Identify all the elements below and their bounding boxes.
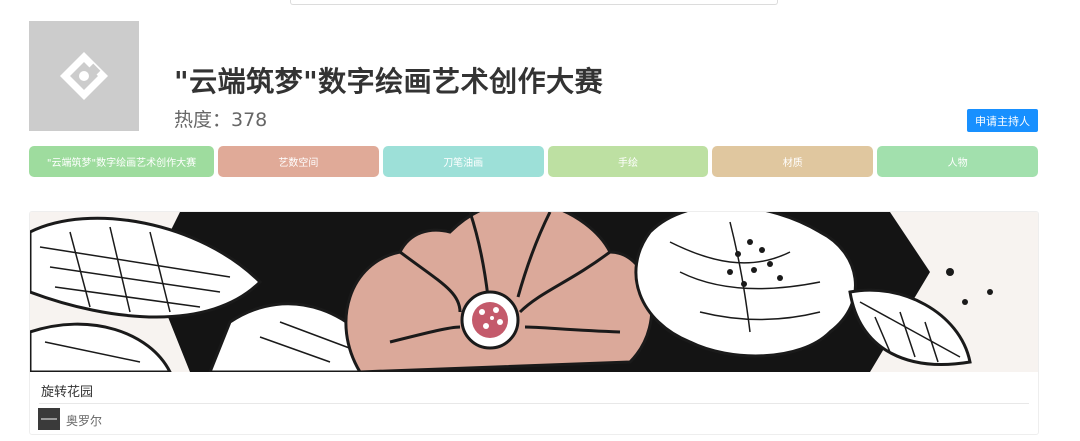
contest-logo-icon xyxy=(60,52,108,100)
card-divider xyxy=(39,403,1029,404)
tag-material[interactable]: 材质 xyxy=(712,146,874,177)
search-input[interactable] xyxy=(290,0,778,5)
page-title: "云端筑梦"数字绘画艺术创作大赛 xyxy=(174,65,604,98)
avatar-image xyxy=(38,408,60,430)
tag-contest[interactable]: "云端筑梦"数字绘画艺术创作大赛 xyxy=(29,146,214,177)
tag-people[interactable]: 人物 xyxy=(877,146,1038,177)
tag-hand-drawn[interactable]: 手绘 xyxy=(547,146,709,177)
author-name[interactable]: 奥罗尔 xyxy=(66,412,102,429)
artwork-title[interactable]: 旋转花园 xyxy=(41,381,93,400)
tag-art-space[interactable]: 艺数空间 xyxy=(218,146,379,177)
contest-logo xyxy=(29,21,139,131)
category-tags: "云端筑梦"数字绘画艺术创作大赛 艺数空间 刀笔油画 手绘 材质 人物 xyxy=(29,146,1038,177)
artwork-card[interactable]: 旋转花园 奥罗尔 xyxy=(29,211,1039,435)
author-avatar-icon[interactable] xyxy=(38,408,60,430)
popularity-count: 热度：378 xyxy=(174,109,268,131)
tag-knife-oil-painting[interactable]: 刀笔油画 xyxy=(382,146,544,177)
artwork-image[interactable] xyxy=(30,212,1038,372)
apply-host-button[interactable]: 申请主持人 xyxy=(967,109,1038,132)
